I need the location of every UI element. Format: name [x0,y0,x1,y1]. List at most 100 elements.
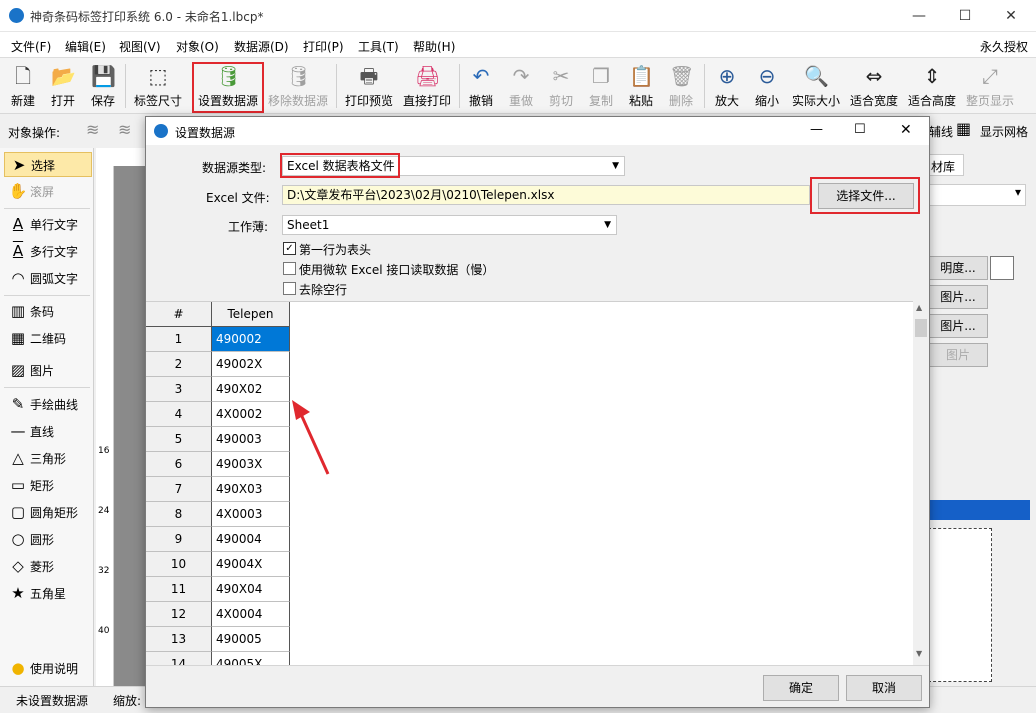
excel-interface-checkbox[interactable] [283,262,296,275]
chevron-down-icon: ▼ [604,220,611,230]
help-link[interactable]: ● 使用说明 [4,656,92,681]
tool-single-text[interactable]: A 单行文字 [4,212,92,237]
show-grid-toggle[interactable]: 显示网格 [980,123,1028,140]
tool-triangle[interactable]: △ 三角形 [4,446,92,471]
dialog-minimize-button[interactable]: — [810,122,823,137]
tool-arc-text[interactable]: ◠ 圆弧文字 [4,266,92,291]
fit-width-button[interactable]: ⇔ 适合宽度 [848,60,900,112]
color-swatch[interactable] [990,256,1014,280]
paste-button[interactable]: 📋 粘贴 [624,60,658,112]
data-grid[interactable]: # Telepen 1 490002 2 49002X 3 490X02 4 4X0002 5 4… [146,301,913,677]
menu-datasource[interactable]: 数据源(D) [234,38,289,55]
transparency-button[interactable]: 明度... [928,256,988,280]
label-size-button[interactable]: ⬚ 标签尺寸 [130,60,186,112]
grid-cell-telepen[interactable]: 490003 [212,427,290,452]
minimize-button[interactable]: — [896,0,942,32]
delete-button[interactable]: 🗑 删除 [664,60,698,112]
direct-print-button[interactable]: 🖨 直接打印 [400,60,454,112]
open-button[interactable]: 📂 打开 [46,60,80,112]
maximize-button[interactable]: ☐ [942,0,988,32]
tool-multi-text[interactable]: A 多行文字 [4,239,92,264]
tool-rounded-rect[interactable]: ▢ 圆角矩形 [4,500,92,525]
tool-select[interactable]: ➤ 选择 [4,152,92,177]
grid-cell-telepen[interactable]: 49003X [212,452,290,477]
ruler-left: 16 24 32 40 [96,166,114,686]
actual-size-button[interactable]: 🔍 实际大小 [790,60,842,112]
tool-circle[interactable]: ○ 圆形 [4,527,92,552]
properties-panel: 材库 ▾ 明度... 图片... 图片... 图片 [920,148,1036,686]
first-row-header-checkbox[interactable]: ✓ [283,242,296,255]
menu-edit[interactable]: 编辑(E) [65,38,106,55]
file-path-input[interactable]: D:\文章发布平台\2023\02月\0210\Telepen.xlsx [282,185,810,205]
grid-cell-telepen[interactable]: 49002X [212,352,290,377]
star-icon: ★ [11,584,25,602]
grid-cell-telepen[interactable]: 490X02 [212,377,290,402]
menu-object[interactable]: 对象(O) [176,38,219,55]
grid-cell-telepen[interactable]: 490X04 [212,577,290,602]
ok-button[interactable]: 确定 [763,675,839,701]
image-button-2[interactable]: 图片... [928,314,988,338]
grid-icon[interactable]: ▦ [956,119,971,138]
tab-material[interactable]: 材库 [928,154,964,176]
dialog-maximize-button[interactable]: ☐ [854,122,866,137]
full-page-icon: ⤢ [982,64,998,88]
menu-file[interactable]: 文件(F) [11,38,51,55]
grid-cell-telepen[interactable]: 490004 [212,527,290,552]
cancel-button[interactable]: 取消 [846,675,922,701]
tool-diamond[interactable]: ◇ 菱形 [4,554,92,579]
menu-view[interactable]: 视图(V) [119,38,161,55]
image-button-1[interactable]: 图片... [928,285,988,309]
arc-text-icon: ◠ [11,269,25,287]
tool-line[interactable]: — 直线 [4,419,92,444]
remove-datasource-button[interactable]: 🛢 移除数据源 [266,60,330,112]
grid-cell-telepen[interactable]: 490X03 [212,477,290,502]
sheet-select[interactable]: Sheet1 ▼ [282,215,617,235]
copy-button[interactable]: ❐ 复制 [584,60,618,112]
close-button[interactable]: ✕ [988,0,1034,32]
tool-rectangle[interactable]: ▭ 矩形 [4,473,92,498]
grid-header-index: # [146,302,212,327]
menu-print[interactable]: 打印(P) [303,38,344,55]
tool-star[interactable]: ★ 五角星 [4,581,92,606]
zoom-out-button[interactable]: ⊖ 缩小 [750,60,784,112]
grid-cell-telepen[interactable]: 49004X [212,552,290,577]
grid-scrollbar[interactable]: ▲ ▼ [913,301,929,665]
tool-image[interactable]: ▨ 图片 [4,358,92,383]
menu-help[interactable]: 帮助(H) [413,38,455,55]
grid-cell-telepen[interactable]: 4X0004 [212,602,290,627]
redo-button[interactable]: ↷ 重做 [504,60,538,112]
grid-cell-telepen[interactable]: 490005 [212,627,290,652]
dialog-close-button[interactable]: ✕ [900,122,912,138]
menu-tools[interactable]: 工具(T) [358,38,399,55]
multiline-text-icon: A [12,242,24,260]
fit-height-button[interactable]: ⇕ 适合高度 [906,60,958,112]
scroll-up-icon[interactable]: ▲ [916,303,922,312]
print-icon: 🖨 [415,64,441,88]
scroll-down-icon[interactable]: ▼ [916,649,922,658]
tool-barcode[interactable]: ▥ 条码 [4,299,92,324]
grid-header-telepen: Telepen [212,302,290,327]
zoom-in-button[interactable]: ⊕ 放大 [710,60,744,112]
image-button-3[interactable]: 图片 [928,343,988,367]
label-canvas[interactable] [114,166,146,686]
grid-row-index: 11 [146,577,212,602]
new-button[interactable]: 🗋 新建 [6,60,40,112]
print-preview-button[interactable]: 🖶 打印预览 [342,60,396,112]
tool-pan[interactable]: ✋ 滚屏 [4,179,92,204]
save-button[interactable]: 💾 保存 [86,60,120,112]
grid-row-index: 5 [146,427,212,452]
undo-button[interactable]: ↶ 撤销 [464,60,498,112]
grid-cell-telepen[interactable]: 4X0003 [212,502,290,527]
full-page-button[interactable]: ⤢ 整页显示 [964,60,1016,112]
tool-freehand[interactable]: ✎ 手绘曲线 [4,392,92,417]
layer-down-icon[interactable]: ≋ [118,120,131,139]
scroll-thumb[interactable] [915,319,927,337]
grid-cell-telepen[interactable]: 4X0002 [212,402,290,427]
grid-cell-telepen[interactable]: 490002 [212,327,290,352]
remove-empty-rows-checkbox[interactable] [283,282,296,295]
guide-line-toggle[interactable]: 辅线 [929,123,953,140]
props-dropdown[interactable]: ▾ [928,184,1026,206]
tool-qrcode[interactable]: ▦ 二维码 [4,326,92,351]
layer-icon[interactable]: ≋ [86,120,99,139]
cut-button[interactable]: ✂ 剪切 [544,60,578,112]
